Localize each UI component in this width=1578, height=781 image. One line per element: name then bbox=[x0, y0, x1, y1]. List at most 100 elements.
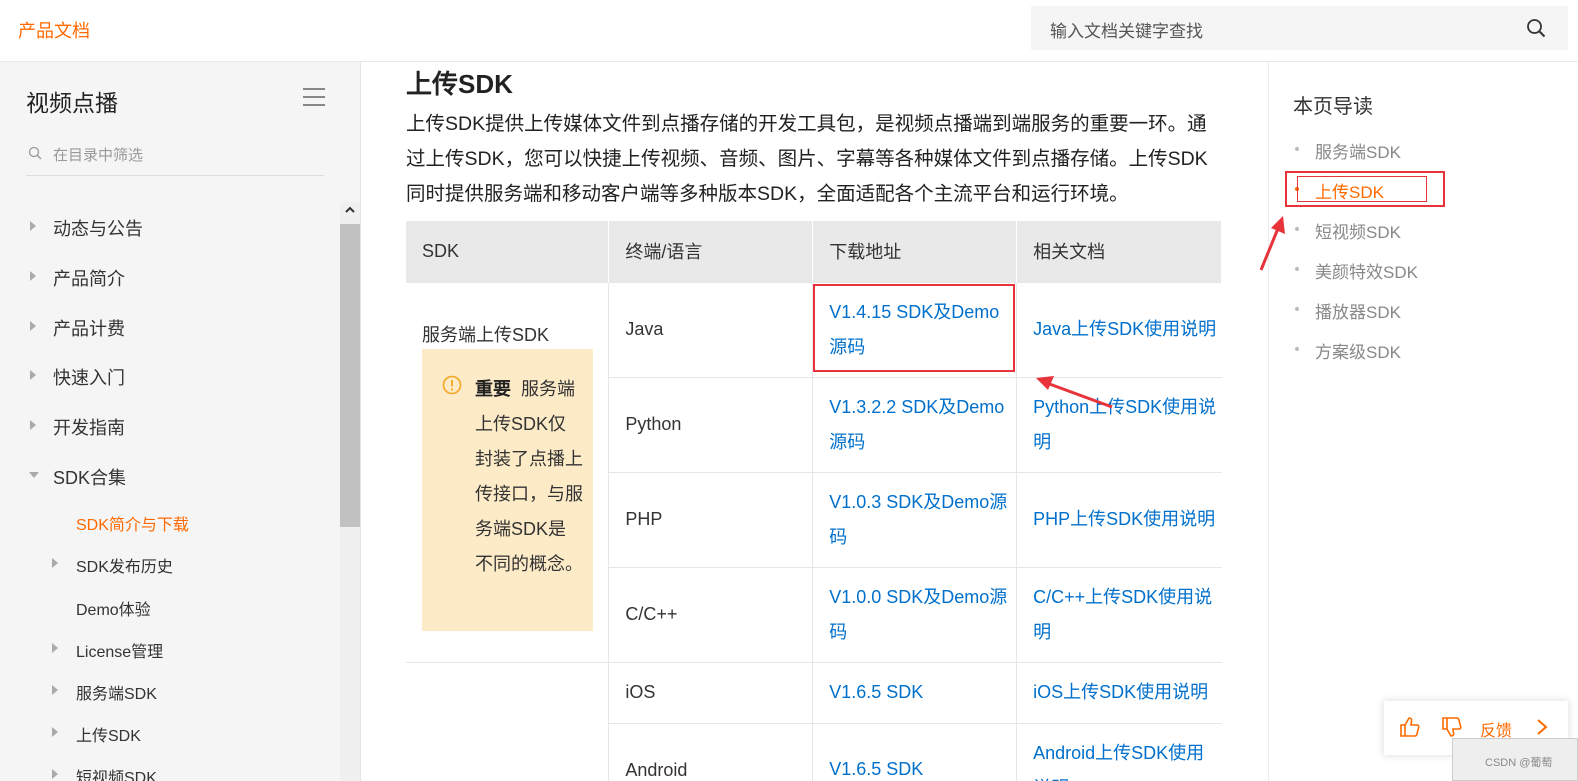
section-heading: 上传SDK bbox=[406, 69, 513, 99]
table-cell-lang: Android bbox=[608, 722, 813, 781]
search-icon bbox=[28, 146, 42, 160]
table-header-row: SDK 终端/语言 下载地址 相关文档 bbox=[406, 221, 1222, 282]
toc-item-label: 服务端SDK bbox=[1315, 143, 1401, 162]
table-group-label: 服务端上传SDK bbox=[422, 324, 550, 345]
toc-item-label: 方案级SDK bbox=[1315, 343, 1401, 362]
table-cell-doc: C/C++上传SDK使用说明 bbox=[1016, 566, 1222, 662]
table-header-cell: SDK bbox=[406, 221, 610, 282]
scrollbar-thumb[interactable] bbox=[340, 224, 360, 527]
table-cell-lang: Java bbox=[608, 281, 813, 377]
table-cell-lang: iOS bbox=[608, 661, 813, 723]
chevron-right-icon bbox=[30, 321, 36, 331]
chevron-right-icon bbox=[52, 685, 58, 695]
chevron-right-icon bbox=[52, 727, 58, 737]
note-body: 服务端上传SDK仅封装了点播上传接口，与服务端SDK是不同的概念。 bbox=[475, 379, 583, 574]
bullet-icon bbox=[1295, 267, 1299, 271]
sidebar-item-label: 产品简介 bbox=[53, 269, 125, 289]
table-cell-doc: Android上传SDK使用说明 bbox=[1016, 722, 1222, 781]
sidebar-item-label: 快速入门 bbox=[53, 368, 125, 388]
download-link[interactable]: V1.3.2.2 SDK及Demo源码 bbox=[829, 390, 1016, 460]
annotation-arrow-icon bbox=[1036, 376, 1113, 409]
table-group-cell bbox=[406, 661, 609, 781]
chevron-up-icon[interactable] bbox=[344, 204, 356, 216]
doc-link[interactable]: C/C++上传SDK使用说明 bbox=[1033, 580, 1221, 650]
sidebar-filter[interactable]: 在目录中筛选 bbox=[26, 136, 324, 176]
chevron-right-icon bbox=[52, 769, 58, 779]
sidebar-item-label: 服务端SDK bbox=[76, 686, 157, 703]
sidebar-scrollbar[interactable] bbox=[340, 202, 360, 781]
sidebar-item-label: SDK发布历史 bbox=[76, 559, 173, 576]
table-cell-download: V1.0.3 SDK及Demo源码 bbox=[812, 471, 1017, 567]
sidebar-item-label: License管理 bbox=[76, 644, 164, 661]
sidebar-item-label: 上传SDK bbox=[76, 728, 141, 745]
sidebar-item-label: 开发指南 bbox=[53, 418, 125, 438]
watermark-text: CSDN @葡萄 bbox=[1485, 757, 1553, 769]
note-strong: 重要 bbox=[475, 379, 511, 399]
table-cell-lang: PHP bbox=[608, 471, 813, 567]
table-cell-download: V1.6.5 SDK bbox=[812, 661, 1017, 723]
chevron-right-icon bbox=[30, 271, 36, 281]
toc-title: 本页导读 bbox=[1293, 96, 1373, 118]
brand-link[interactable]: 产品文档 bbox=[18, 17, 90, 43]
watermark: CSDN @葡萄 bbox=[1452, 738, 1578, 781]
page-toc: 本页导读 服务端SDK 上传SDK 短视频SDK 美颜特效SDK 播放器SDK … bbox=[1259, 62, 1578, 781]
sidebar-filter-input[interactable]: 在目录中筛选 bbox=[53, 144, 143, 165]
doc-link[interactable]: PHP上传SDK使用说明 bbox=[1033, 502, 1215, 537]
section-intro: 上传SDK提供上传媒体文件到点播存储的开发工具包，是视频点播端到端服务的重要一环… bbox=[406, 113, 1208, 205]
top-bar: 产品文档 输入文档关键字查找 bbox=[0, 0, 1578, 62]
table-cell-download: V1.3.2.2 SDK及Demo源码 bbox=[812, 376, 1017, 472]
menu-icon[interactable] bbox=[303, 88, 325, 108]
note-text: 重要 服务端上传SDK仅封装了点播上传接口，与服务端SDK是不同的概念。 bbox=[475, 372, 583, 582]
bullet-icon bbox=[1295, 227, 1299, 231]
annotation-arrow-icon bbox=[1259, 216, 1285, 271]
chevron-right-icon[interactable] bbox=[1534, 717, 1550, 737]
sidebar-subitem-demo[interactable]: Demo体验 bbox=[76, 596, 151, 620]
search-icon[interactable] bbox=[1526, 18, 1546, 38]
bullet-icon bbox=[1295, 307, 1299, 311]
sidebar-title: 视频点播 bbox=[26, 90, 118, 116]
main-content: 上传SDK 上传SDK提供上传媒体文件到点播存储的开发工具包，是视频点播端到端服… bbox=[362, 62, 1267, 781]
sidebar: 视频点播 在目录中筛选 动态与公告 产品简介 产品计费 快速入门 开发指南 SD… bbox=[0, 62, 361, 781]
annotation-box bbox=[813, 284, 1015, 372]
table-header-cell: 终端/语言 bbox=[608, 221, 814, 282]
toc-item-label: 短视频SDK bbox=[1315, 223, 1401, 242]
table-cell-lang: C/C++ bbox=[608, 566, 813, 662]
chevron-right-icon bbox=[30, 221, 36, 231]
bullet-icon bbox=[1295, 347, 1299, 351]
sidebar-item-label: 产品计费 bbox=[53, 319, 125, 339]
thumbs-up-icon[interactable] bbox=[1398, 715, 1422, 739]
warning-icon bbox=[442, 375, 462, 395]
sidebar-item-label: SDK合集 bbox=[53, 468, 127, 488]
bullet-icon bbox=[1295, 147, 1299, 151]
table-cell-lang: Python bbox=[608, 376, 813, 472]
table-cell-doc: iOS上传SDK使用说明 bbox=[1016, 661, 1222, 723]
table-header-cell: 下载地址 bbox=[812, 221, 1018, 282]
download-link[interactable]: V1.0.3 SDK及Demo源码 bbox=[829, 485, 1016, 555]
doc-link[interactable]: Android上传SDK使用说明 bbox=[1033, 736, 1221, 781]
sidebar-item-label: 动态与公告 bbox=[53, 219, 143, 239]
sidebar-item-label: 短视频SDK bbox=[76, 770, 157, 781]
annotation-box-inner bbox=[1297, 176, 1427, 202]
search-box[interactable]: 输入文档关键字查找 bbox=[1031, 6, 1568, 50]
thumbs-down-icon[interactable] bbox=[1440, 715, 1464, 739]
table-row: iOS V1.6.5 SDK iOS上传SDK使用说明 bbox=[406, 661, 1222, 781]
search-input[interactable]: 输入文档关键字查找 bbox=[1050, 17, 1203, 42]
table-cell-doc: PHP上传SDK使用说明 bbox=[1016, 471, 1222, 567]
chevron-right-icon bbox=[52, 643, 58, 653]
chevron-right-icon bbox=[52, 558, 58, 568]
important-note: 重要 服务端上传SDK仅封装了点播上传接口，与服务端SDK是不同的概念。 bbox=[422, 349, 593, 631]
download-link[interactable]: V1.0.0 SDK及Demo源码 bbox=[829, 580, 1016, 650]
chevron-right-icon bbox=[30, 420, 36, 430]
table-header-cell: 相关文档 bbox=[1016, 221, 1222, 282]
download-link[interactable]: V1.6.5 SDK bbox=[829, 675, 923, 710]
chevron-right-icon bbox=[30, 370, 36, 380]
chevron-down-icon bbox=[29, 472, 39, 478]
download-link[interactable]: V1.6.5 SDK bbox=[829, 752, 923, 781]
table-cell-download: V1.6.5 SDK bbox=[812, 722, 1017, 781]
sidebar-subitem-sdk-download[interactable]: SDK简介与下载 bbox=[76, 511, 189, 535]
doc-link[interactable]: Java上传SDK使用说明 bbox=[1033, 312, 1216, 347]
doc-link[interactable]: iOS上传SDK使用说明 bbox=[1033, 675, 1208, 710]
toc-item-label: 美颜特效SDK bbox=[1315, 263, 1418, 282]
table-cell-download: V1.0.0 SDK及Demo源码 bbox=[812, 566, 1017, 662]
toc-item-label: 播放器SDK bbox=[1315, 303, 1401, 322]
